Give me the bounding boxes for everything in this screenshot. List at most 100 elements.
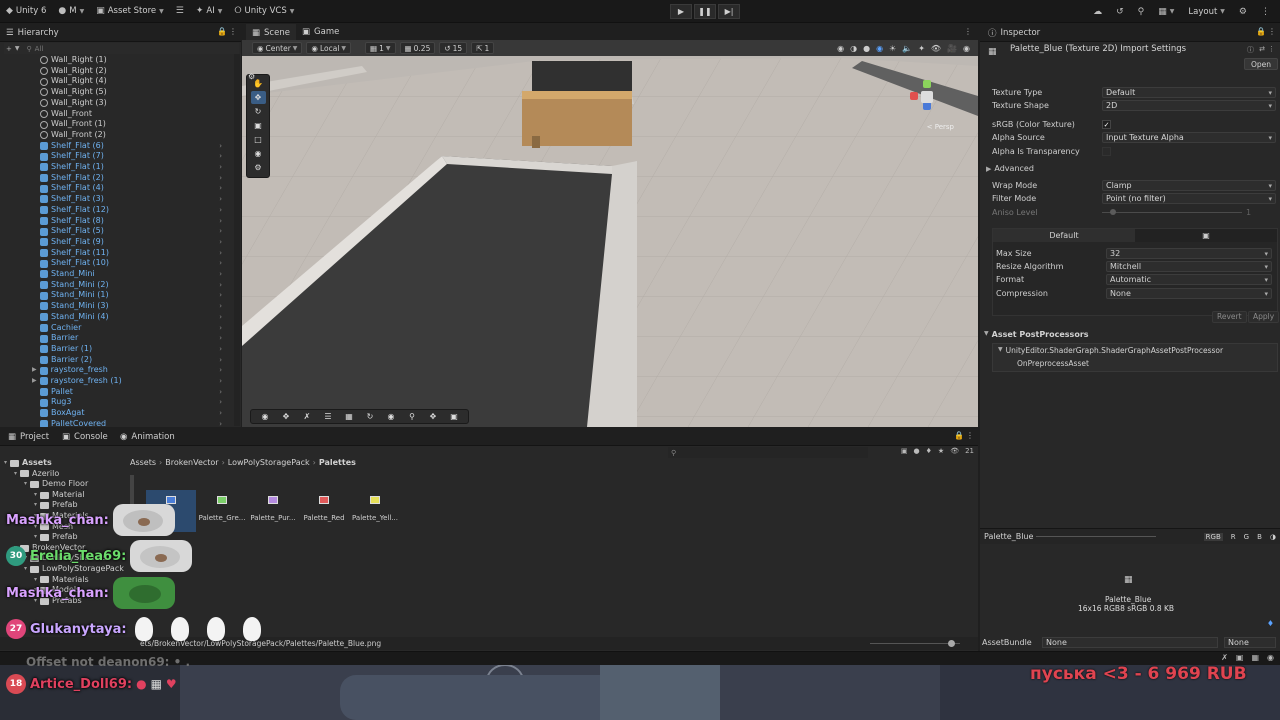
rect-tool-button[interactable]: □ xyxy=(251,133,266,146)
folder-tree-item[interactable]: ▾ Demo Floor xyxy=(24,479,88,490)
overlay-tool-3[interactable]: ✗ xyxy=(297,411,317,423)
hierarchy-item[interactable]: Pallet › xyxy=(0,387,232,398)
tab-scene[interactable]: ▦ Scene xyxy=(246,24,296,40)
hierarchy-item[interactable]: Stand_Mini (4) › xyxy=(0,312,232,323)
folder-tree-item[interactable]: ▾ Assets xyxy=(4,458,52,469)
tab-console[interactable]: ▣ Console xyxy=(56,428,114,446)
overflow-menu-button[interactable]: ⋮ xyxy=(1255,0,1276,23)
hierarchy-item[interactable]: Shelf_Flat (5) › xyxy=(0,226,232,237)
chevron-right-icon[interactable]: › xyxy=(219,248,222,259)
hierarchy-item[interactable]: Barrier (1) › xyxy=(0,344,232,355)
compression-dropdown[interactable]: None xyxy=(1106,288,1272,299)
hierarchy-item[interactable]: Shelf_Flat (11) › xyxy=(0,248,232,259)
chevron-down-icon[interactable]: ▾ xyxy=(34,532,37,543)
srgb-checkbox[interactable]: ✓ xyxy=(1102,120,1111,129)
chevron-right-icon[interactable]: › xyxy=(219,387,222,398)
step-button[interactable]: ▶| xyxy=(718,4,740,19)
chevron-right-icon[interactable]: › xyxy=(219,183,222,194)
search-scope-icon[interactable]: ▣ xyxy=(901,447,908,455)
hierarchy-item[interactable]: Wall_Right (5) xyxy=(0,87,232,98)
channel-toggle-b[interactable]: B xyxy=(1257,533,1262,541)
chevron-right-icon[interactable]: › xyxy=(219,419,222,427)
more-vertical-icon[interactable]: ⋮ xyxy=(1268,27,1276,36)
icon-size-slider-handle[interactable] xyxy=(948,640,955,647)
format-dropdown[interactable]: Automatic xyxy=(1106,274,1272,285)
account-button[interactable]: ◆ Unity 6 xyxy=(0,0,52,23)
chevron-right-icon[interactable]: › xyxy=(219,355,222,366)
tab-standalone-platform[interactable]: ▣ xyxy=(1135,229,1277,242)
asset-tile[interactable]: Palette_Pur... xyxy=(248,490,298,532)
chevron-right-icon[interactable]: › xyxy=(219,365,222,376)
apply-button[interactable]: Apply xyxy=(1248,311,1280,323)
chevron-right-icon[interactable]: › xyxy=(219,173,222,184)
overlay-tool-10[interactable]: ▣ xyxy=(444,411,464,423)
hierarchy-item[interactable]: Stand_Mini (3) › xyxy=(0,301,232,312)
pivot-toggle[interactable]: ◉ Center ▼ xyxy=(252,42,303,54)
hierarchy-item[interactable]: BoxAgat › xyxy=(0,408,232,419)
overlay-tool-2[interactable]: ✥ xyxy=(276,411,296,423)
overlay-tool-8[interactable]: ⚲ xyxy=(402,411,422,423)
postprocessor-class[interactable]: ▼ UnityEditor.ShaderGraph.ShaderGraphAsse… xyxy=(998,346,1223,355)
tab-game[interactable]: ▣ Game xyxy=(296,24,345,40)
overlay-tool-7[interactable]: ◉ xyxy=(381,411,401,423)
breadcrumb-item[interactable]: BrokenVector xyxy=(165,458,218,467)
asset-postprocessors-foldout[interactable]: ▼ Asset PostProcessors xyxy=(984,330,1089,339)
audio-icon[interactable]: 🔈 xyxy=(902,44,912,53)
aniso-slider-track[interactable] xyxy=(1102,212,1242,213)
alpha-toggle-icon[interactable]: ◑ xyxy=(1270,533,1276,541)
label-filter-icon[interactable]: ♦ xyxy=(926,447,932,455)
breadcrumb-item[interactable]: Assets xyxy=(130,458,156,467)
gizmo-x-axis[interactable] xyxy=(910,92,918,100)
resize-algorithm-dropdown[interactable]: Mitchell xyxy=(1106,261,1272,272)
type-filter-icon[interactable]: ● xyxy=(914,447,920,455)
layout-button[interactable]: Layout ▼ xyxy=(1182,0,1231,23)
hierarchy-item[interactable]: Wall_Right (1) xyxy=(0,55,232,66)
tab-default-platform[interactable]: Default xyxy=(993,229,1135,242)
menu-icon-button[interactable]: ☰ xyxy=(170,0,190,23)
hierarchy-item[interactable]: Shelf_Flat (6) › xyxy=(0,141,232,152)
space-toggle[interactable]: ◉ Local ▼ xyxy=(306,42,352,54)
preview-mip-slider[interactable] xyxy=(1036,536,1156,537)
hierarchy-item[interactable]: Rug3 › xyxy=(0,397,232,408)
tree-splitter[interactable] xyxy=(130,475,134,505)
chevron-right-icon[interactable]: › xyxy=(219,141,222,152)
chevron-right-icon[interactable]: › xyxy=(219,258,222,269)
hierarchy-item[interactable]: Shelf_Flat (7) › xyxy=(0,151,232,162)
hierarchy-item[interactable]: Stand_Mini › xyxy=(0,269,232,280)
hierarchy-item[interactable]: Wall_Right (3) xyxy=(0,98,232,109)
hidden-objects-icon[interactable]: 👁 xyxy=(931,44,941,53)
chevron-right-icon[interactable]: › xyxy=(219,408,222,419)
hierarchy-item[interactable]: Shelf_Flat (3) › xyxy=(0,194,232,205)
lock-icon[interactable]: 🔒 xyxy=(954,431,964,440)
custom-tool-button[interactable]: ⚙ xyxy=(251,161,266,174)
more-vertical-icon[interactable]: ⋮ xyxy=(229,27,237,36)
folder-tree-item[interactable]: ▾ Azerilo xyxy=(14,469,59,480)
render-mode-icon[interactable]: ◑ xyxy=(850,44,857,53)
hierarchy-item[interactable]: Wall_Front xyxy=(0,109,232,120)
history-button[interactable]: ↺ xyxy=(1110,0,1130,23)
scale-snap[interactable]: ⇱ 1 xyxy=(471,42,495,54)
transform-tool-button[interactable]: ◉ xyxy=(251,147,266,160)
asset-tile[interactable]: Palette_Red xyxy=(299,490,349,532)
network-icon[interactable]: ▣ xyxy=(1236,653,1244,662)
channel-toggle-rgb[interactable]: RGB xyxy=(1203,532,1223,541)
hierarchy-item[interactable]: Barrier (2) › xyxy=(0,355,232,366)
effects-icon[interactable]: ✦ xyxy=(918,44,925,53)
hierarchy-item[interactable]: Shelf_Flat (2) › xyxy=(0,173,232,184)
hierarchy-item[interactable]: ▶ raystore_fresh (1) › xyxy=(0,376,232,387)
hierarchy-item[interactable]: Shelf_Flat (9) › xyxy=(0,237,232,248)
aniso-slider-handle[interactable] xyxy=(1110,209,1116,215)
sphere-icon[interactable]: ● xyxy=(863,44,870,53)
hierarchy-item[interactable]: Shelf_Flat (1) › xyxy=(0,162,232,173)
grid-toggle[interactable]: ▦ 1 ▼ xyxy=(365,42,396,54)
shading-icon[interactable]: ◉ xyxy=(876,44,883,53)
hierarchy-item[interactable]: Shelf_Flat (4) › xyxy=(0,183,232,194)
view-gizmo[interactable] xyxy=(904,74,950,120)
tag-icon[interactable]: ♦ xyxy=(1267,619,1274,628)
icon-size-slider[interactable] xyxy=(870,643,960,644)
hierarchy-item[interactable]: Wall_Front (2) xyxy=(0,130,232,141)
chevron-right-icon[interactable]: › xyxy=(219,226,222,237)
assetbundle-variant-dropdown[interactable]: None xyxy=(1224,636,1276,648)
hierarchy-item[interactable]: Shelf_Flat (10) › xyxy=(0,258,232,269)
ai-button[interactable]: ✦ AI ▼ xyxy=(190,0,229,23)
